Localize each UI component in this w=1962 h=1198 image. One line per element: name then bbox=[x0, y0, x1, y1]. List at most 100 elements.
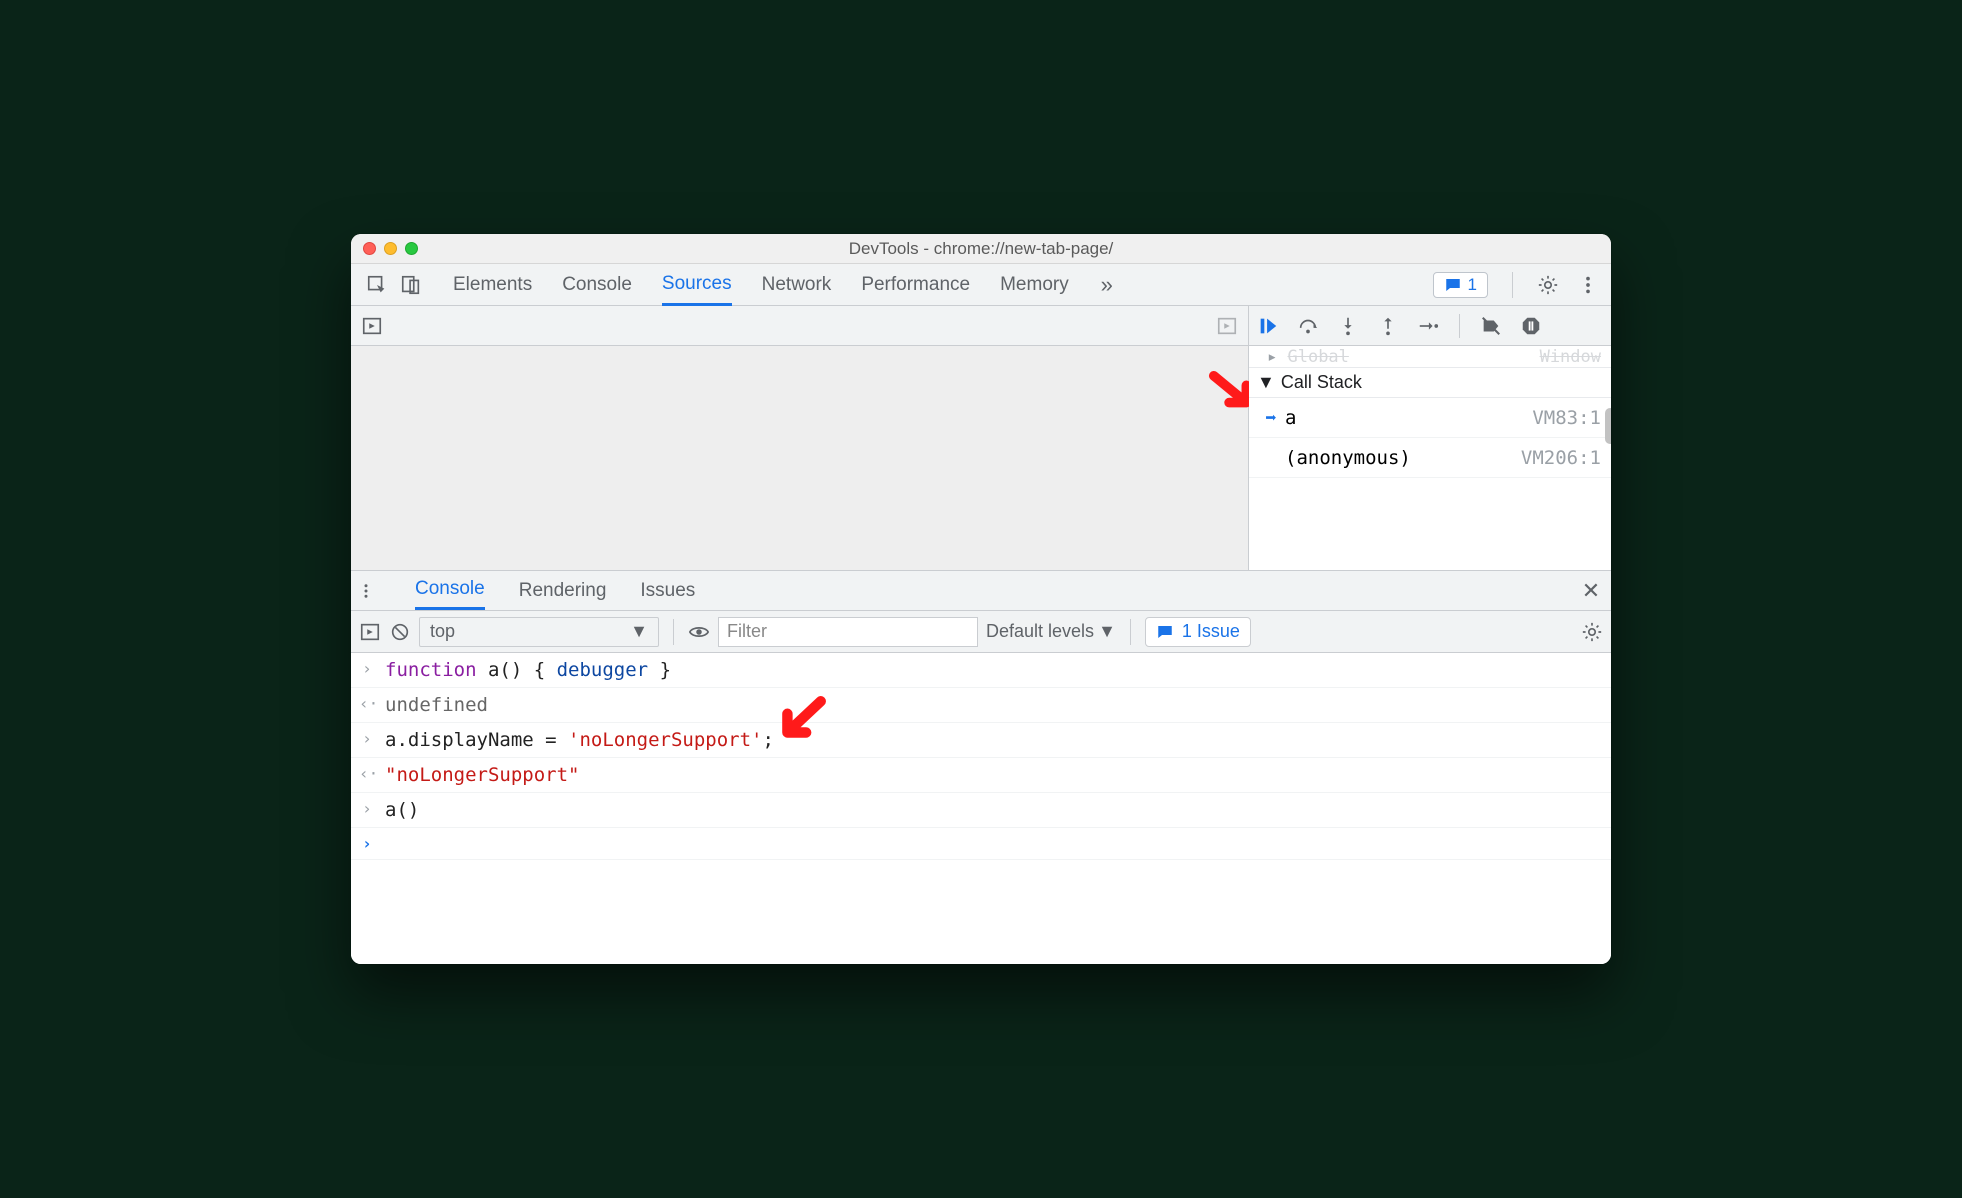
sources-toolbar bbox=[351, 306, 1611, 346]
filter-placeholder: Filter bbox=[727, 621, 767, 642]
inspect-tools bbox=[357, 273, 431, 297]
console-text: function a() { debugger } bbox=[385, 659, 671, 681]
chevron-down-icon: ▼ bbox=[1098, 621, 1116, 642]
call-stack-header[interactable]: ▼ Call Stack bbox=[1249, 368, 1611, 398]
console-body[interactable]: › function a() { debugger } ‹· undefined › a.… bbox=[351, 653, 1611, 964]
panel-tab-console[interactable]: Console bbox=[562, 264, 632, 305]
drawer-tab-console[interactable]: Console bbox=[415, 571, 485, 610]
panel-tab-memory[interactable]: Memory bbox=[1000, 264, 1069, 305]
console-settings-icon[interactable] bbox=[1581, 621, 1603, 643]
close-window-button[interactable] bbox=[363, 242, 376, 255]
filter-input[interactable]: Filter bbox=[718, 617, 978, 647]
close-drawer-button[interactable]: ✕ bbox=[1577, 578, 1605, 604]
panel-tab-sources[interactable]: Sources bbox=[662, 264, 732, 306]
separator bbox=[673, 619, 674, 645]
panel-tabs: Elements Console Sources Network Performance… bbox=[351, 264, 1611, 306]
annotation-arrow-icon bbox=[1208, 370, 1254, 416]
device-toolbar-icon[interactable] bbox=[399, 273, 423, 297]
minimize-window-button[interactable] bbox=[384, 242, 397, 255]
sources-toolbar-left bbox=[351, 306, 1249, 345]
console-line: › function a() { debugger } bbox=[351, 653, 1611, 688]
window-title: DevTools - chrome://new-tab-page/ bbox=[351, 239, 1611, 259]
console-text: a() bbox=[385, 799, 419, 821]
clear-console-icon[interactable] bbox=[389, 621, 411, 643]
step-icon[interactable] bbox=[1417, 315, 1439, 337]
output-icon: ‹· bbox=[359, 694, 375, 713]
issue-pill-label: 1 Issue bbox=[1182, 621, 1240, 642]
frame-name: (anonymous) bbox=[1263, 447, 1411, 469]
step-over-icon[interactable] bbox=[1297, 315, 1319, 337]
console-text: a.displayName = 'noLongerSupport'; bbox=[385, 729, 774, 751]
show-debugger-icon[interactable] bbox=[1216, 315, 1238, 337]
eye-icon[interactable] bbox=[688, 621, 710, 643]
message-icon bbox=[1444, 276, 1462, 294]
message-icon bbox=[1156, 623, 1174, 641]
call-stack-frame[interactable]: (anonymous) VM206:1 bbox=[1249, 438, 1611, 478]
scope-right: Window bbox=[1540, 347, 1601, 367]
issue-pill[interactable]: 1 Issue bbox=[1145, 617, 1251, 647]
frame-name: ➡a bbox=[1263, 407, 1296, 429]
drawer-tabs: Console Rendering Issues ✕ bbox=[351, 571, 1611, 611]
scrollbar-thumb[interactable] bbox=[1605, 408, 1611, 444]
disclose-icon: ▼ bbox=[1257, 372, 1275, 393]
console-toolbar: top ▼ Filter Default levels ▼ 1 Issue bbox=[351, 611, 1611, 653]
issues-badge[interactable]: 1 bbox=[1433, 272, 1488, 298]
titlebar: DevTools - chrome://new-tab-page/ bbox=[351, 234, 1611, 264]
console-line: › a() bbox=[351, 793, 1611, 828]
live-expression-icon[interactable] bbox=[359, 621, 381, 643]
inspect-element-icon[interactable] bbox=[365, 273, 389, 297]
top-right-icons bbox=[1506, 272, 1599, 298]
step-into-icon[interactable] bbox=[1337, 315, 1359, 337]
console-line: ‹· "noLongerSupport" bbox=[351, 758, 1611, 793]
input-icon: › bbox=[359, 729, 375, 748]
log-levels-selector[interactable]: Default levels ▼ bbox=[986, 621, 1116, 642]
console-text: "noLongerSupport" bbox=[385, 764, 579, 786]
drawer-tab-list: Console Rendering Issues bbox=[415, 571, 695, 610]
scope-left: ▸ Global bbox=[1267, 347, 1349, 367]
issues-badge-count: 1 bbox=[1468, 275, 1477, 295]
panel-tab-list: Elements Console Sources Network Performance… bbox=[453, 264, 1069, 305]
context-selector[interactable]: top ▼ bbox=[419, 617, 659, 647]
frame-location: VM83:1 bbox=[1532, 407, 1601, 429]
settings-icon[interactable] bbox=[1537, 274, 1559, 296]
chevron-down-icon: ▼ bbox=[630, 621, 648, 642]
drawer-tab-rendering[interactable]: Rendering bbox=[519, 571, 607, 610]
call-stack-frames: ➡a VM83:1 (anonymous) VM206:1 bbox=[1249, 398, 1611, 478]
context-label: top bbox=[430, 621, 455, 642]
console-line: › a.displayName = 'noLongerSupport'; bbox=[351, 723, 1611, 758]
devtools-window: DevTools - chrome://new-tab-page/ Elemen… bbox=[351, 234, 1611, 964]
call-stack-frame[interactable]: ➡a VM83:1 bbox=[1249, 398, 1611, 438]
zoom-window-button[interactable] bbox=[405, 242, 418, 255]
separator bbox=[1459, 314, 1460, 338]
levels-label: Default levels bbox=[986, 621, 1094, 642]
frame-location: VM206:1 bbox=[1521, 447, 1601, 469]
deactivate-breakpoints-icon[interactable] bbox=[1480, 315, 1502, 337]
show-navigator-icon[interactable] bbox=[361, 315, 383, 337]
input-icon: › bbox=[359, 799, 375, 818]
drawer-tab-issues[interactable]: Issues bbox=[640, 571, 695, 610]
console-text: undefined bbox=[385, 694, 488, 716]
more-tabs-button[interactable]: » bbox=[1095, 273, 1119, 297]
traffic-lights bbox=[363, 242, 418, 255]
panel-tab-network[interactable]: Network bbox=[762, 264, 832, 305]
console-line: › bbox=[351, 828, 1611, 860]
editor-area[interactable] bbox=[351, 346, 1249, 570]
prompt-icon: › bbox=[359, 834, 375, 853]
kebab-menu-icon[interactable] bbox=[1577, 274, 1599, 296]
step-out-icon[interactable] bbox=[1377, 315, 1399, 337]
call-stack-label: Call Stack bbox=[1281, 372, 1362, 393]
current-frame-icon: ➡ bbox=[1263, 407, 1279, 429]
panel-tab-elements[interactable]: Elements bbox=[453, 264, 532, 305]
output-icon: ‹· bbox=[359, 764, 375, 783]
debugger-sidebar: ▸ Global Window ▼ Call Stack ➡a VM83:1 (a… bbox=[1249, 346, 1611, 570]
panel-tab-performance[interactable]: Performance bbox=[861, 264, 970, 305]
main-split: ▸ Global Window ▼ Call Stack ➡a VM83:1 (a… bbox=[351, 346, 1611, 570]
separator bbox=[1512, 272, 1513, 298]
input-icon: › bbox=[359, 659, 375, 678]
drawer-menu-icon[interactable] bbox=[357, 582, 381, 600]
pause-exceptions-icon[interactable] bbox=[1520, 315, 1542, 337]
resume-icon[interactable] bbox=[1257, 315, 1279, 337]
scope-summary[interactable]: ▸ Global Window bbox=[1249, 346, 1611, 368]
separator bbox=[1130, 619, 1131, 645]
debugger-controls bbox=[1249, 306, 1611, 345]
